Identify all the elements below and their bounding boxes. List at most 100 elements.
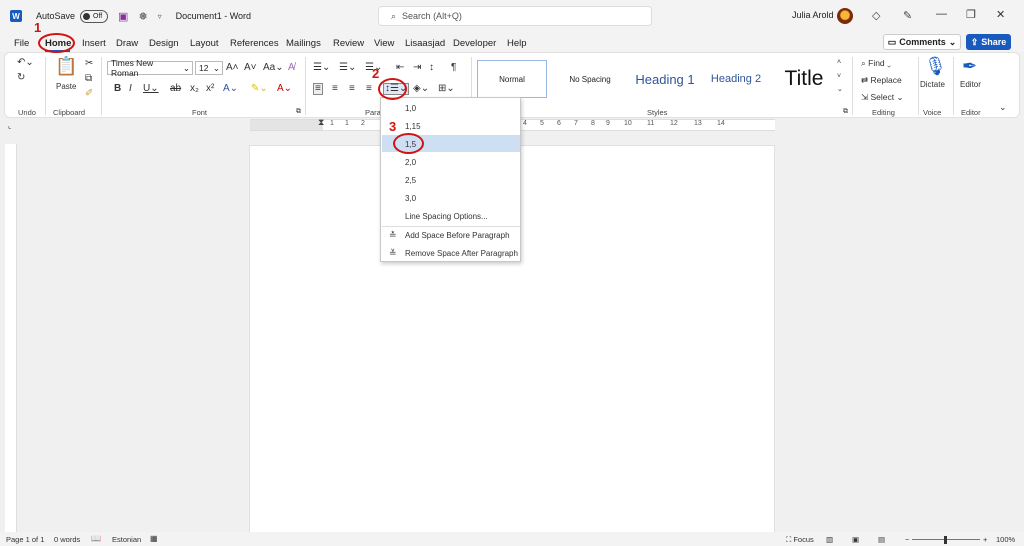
language[interactable]: Estonian xyxy=(112,535,141,544)
search-box[interactable]: ⌕ Search (Alt+Q) xyxy=(378,6,652,26)
align-left-icon[interactable]: ≡ xyxy=(313,83,323,95)
tab-selector-icon[interactable]: ⌞ xyxy=(8,122,11,130)
web-layout-icon[interactable]: ▤ xyxy=(878,535,885,544)
underline-icon[interactable]: U⌄ xyxy=(143,84,159,94)
justify-icon[interactable]: ≡ xyxy=(366,84,372,94)
find-button[interactable]: ⌕ Find ⌄ xyxy=(861,59,891,68)
line-spacing-options-link[interactable]: Line Spacing Options... xyxy=(405,212,488,221)
italic-icon[interactable]: I xyxy=(129,84,132,94)
tab-review[interactable]: Review xyxy=(333,38,364,49)
line-spacing-option[interactable]: 3,0 xyxy=(405,194,416,203)
highlight-icon[interactable]: ✎⌄ xyxy=(251,84,268,94)
qat-dropdown-icon[interactable]: ▿ xyxy=(158,12,162,21)
focus-button[interactable]: ⛶ Focus xyxy=(786,535,814,545)
tab-lisaasjad[interactable]: Lisaasjad xyxy=(405,38,445,49)
subscript-icon[interactable]: x₂ xyxy=(190,84,199,94)
text-effects-icon[interactable]: A⌄ xyxy=(223,84,238,94)
share-button[interactable]: ⇪ Share xyxy=(966,34,1011,50)
line-spacing-option[interactable]: 1,15 xyxy=(405,122,421,131)
editor-icon[interactable]: ✒ xyxy=(962,57,977,75)
redo-icon[interactable]: ↻ xyxy=(17,73,25,83)
indent-marker-icon[interactable]: ⧗ xyxy=(318,117,324,128)
zoom-slider-thumb[interactable] xyxy=(944,536,947,544)
print-layout-icon[interactable]: ▣ xyxy=(852,535,859,544)
superscript-icon[interactable]: x² xyxy=(206,84,214,94)
bullets-icon[interactable]: ☰⌄ xyxy=(313,63,330,73)
accessibility-icon[interactable]: ▦ xyxy=(150,534,158,543)
page-count[interactable]: Page 1 of 1 xyxy=(6,535,44,544)
styles-more-icon[interactable]: ⌄ xyxy=(837,86,843,93)
read-mode-icon[interactable]: ▥ xyxy=(826,535,833,544)
user-name[interactable]: Julia Arold xyxy=(792,10,834,20)
proofing-icon[interactable]: 📖 xyxy=(91,534,101,543)
tab-mailings[interactable]: Mailings xyxy=(286,38,321,49)
paste-icon[interactable]: 📋 xyxy=(55,57,77,75)
save-icon[interactable]: ▣ xyxy=(118,10,128,23)
numbering-icon[interactable]: ☰⌄ xyxy=(339,63,356,73)
font-dialog-launcher-icon[interactable]: ⧉ xyxy=(296,108,301,115)
align-right-icon[interactable]: ≡ xyxy=(349,84,355,94)
change-case-icon[interactable]: Aa⌄ xyxy=(263,63,284,73)
decrease-indent-icon[interactable]: ⇤ xyxy=(396,63,404,73)
diamond-icon[interactable]: ◇ xyxy=(872,9,880,22)
undo-icon[interactable]: ↶⌄ xyxy=(17,58,34,68)
strikethrough-icon[interactable]: ab xyxy=(170,84,181,94)
tab-design[interactable]: Design xyxy=(149,38,179,49)
customize-icon[interactable]: ❅ xyxy=(138,10,147,23)
remove-space-after-item[interactable]: Remove Space After Paragraph xyxy=(405,249,518,258)
styles-scroll-down-icon[interactable]: ˅ xyxy=(837,73,841,80)
editor-label[interactable]: Editor xyxy=(960,81,981,89)
show-marks-icon[interactable]: ¶ xyxy=(451,63,456,73)
font-name-select[interactable]: Times New Roman ⌄ xyxy=(107,58,193,78)
autosave-toggle[interactable]: Off xyxy=(80,9,109,23)
style-no-spacing[interactable]: No Spacing xyxy=(555,60,625,98)
paste-label[interactable]: Paste xyxy=(56,83,76,91)
tab-layout[interactable]: Layout xyxy=(190,38,219,49)
line-spacing-option[interactable]: 2,5 xyxy=(405,176,416,185)
tab-insert[interactable]: Insert xyxy=(82,38,106,49)
style-normal[interactable]: Normal xyxy=(477,60,547,98)
sort-icon[interactable]: ↕ xyxy=(429,63,434,73)
tab-draw[interactable]: Draw xyxy=(116,38,138,49)
zoom-out-icon[interactable]: − xyxy=(905,535,909,544)
tab-file[interactable]: File xyxy=(14,38,29,49)
line-spacing-option[interactable]: 2,0 xyxy=(405,158,416,167)
increase-indent-icon[interactable]: ⇥ xyxy=(413,63,421,73)
font-color-icon[interactable]: A⌄ xyxy=(277,84,292,94)
comments-button[interactable]: ▭ Comments ⌄ xyxy=(883,34,961,50)
tab-references[interactable]: References xyxy=(230,38,279,49)
pen-icon[interactable]: ✎ xyxy=(903,9,912,22)
microphone-icon[interactable]: 🎙 xyxy=(924,57,947,75)
replace-button[interactable]: ⇄ Replace xyxy=(861,76,902,85)
grow-font-icon[interactable]: A˄ xyxy=(226,63,239,73)
tab-developer[interactable]: Developer xyxy=(453,38,496,49)
shrink-font-icon[interactable]: A˅ xyxy=(244,63,257,73)
clear-formatting-icon[interactable]: A̸ xyxy=(288,63,295,73)
restore-icon[interactable]: ❐ xyxy=(966,8,976,21)
style-heading-2[interactable]: Heading 2 xyxy=(701,60,771,98)
avatar[interactable] xyxy=(837,8,853,24)
tab-help[interactable]: Help xyxy=(507,38,527,49)
cut-icon[interactable]: ✂ xyxy=(85,59,93,69)
align-center-icon[interactable]: ≡ xyxy=(332,84,338,94)
borders-icon[interactable]: ⊞⌄ xyxy=(438,84,455,94)
styles-scroll-up-icon[interactable]: ˄ xyxy=(837,59,841,66)
select-button[interactable]: ⇲ Select ⌄ xyxy=(861,93,904,102)
line-spacing-option[interactable]: 1,0 xyxy=(405,104,416,113)
copy-icon[interactable]: ⧉ xyxy=(85,74,92,84)
collapse-ribbon-icon[interactable]: ⌄ xyxy=(999,103,1007,112)
format-painter-icon[interactable]: ✐ xyxy=(85,89,93,99)
tab-view[interactable]: View xyxy=(374,38,394,49)
shading-icon[interactable]: ◈⌄ xyxy=(413,84,429,94)
add-space-before-item[interactable]: Add Space Before Paragraph xyxy=(405,231,510,240)
word-count[interactable]: 0 words xyxy=(54,535,80,544)
style-title[interactable]: Title xyxy=(771,60,837,98)
style-heading-1[interactable]: Heading 1 xyxy=(625,60,705,98)
close-icon[interactable]: ✕ xyxy=(996,8,1005,21)
font-size-select[interactable]: 12 ⌄ xyxy=(195,61,223,75)
bold-icon[interactable]: B xyxy=(114,84,121,94)
dictate-label[interactable]: Dictate xyxy=(920,81,945,89)
styles-dialog-launcher-icon[interactable]: ⧉ xyxy=(843,108,848,115)
zoom-in-icon[interactable]: + xyxy=(983,535,987,544)
zoom-level[interactable]: 100% xyxy=(996,535,1015,544)
